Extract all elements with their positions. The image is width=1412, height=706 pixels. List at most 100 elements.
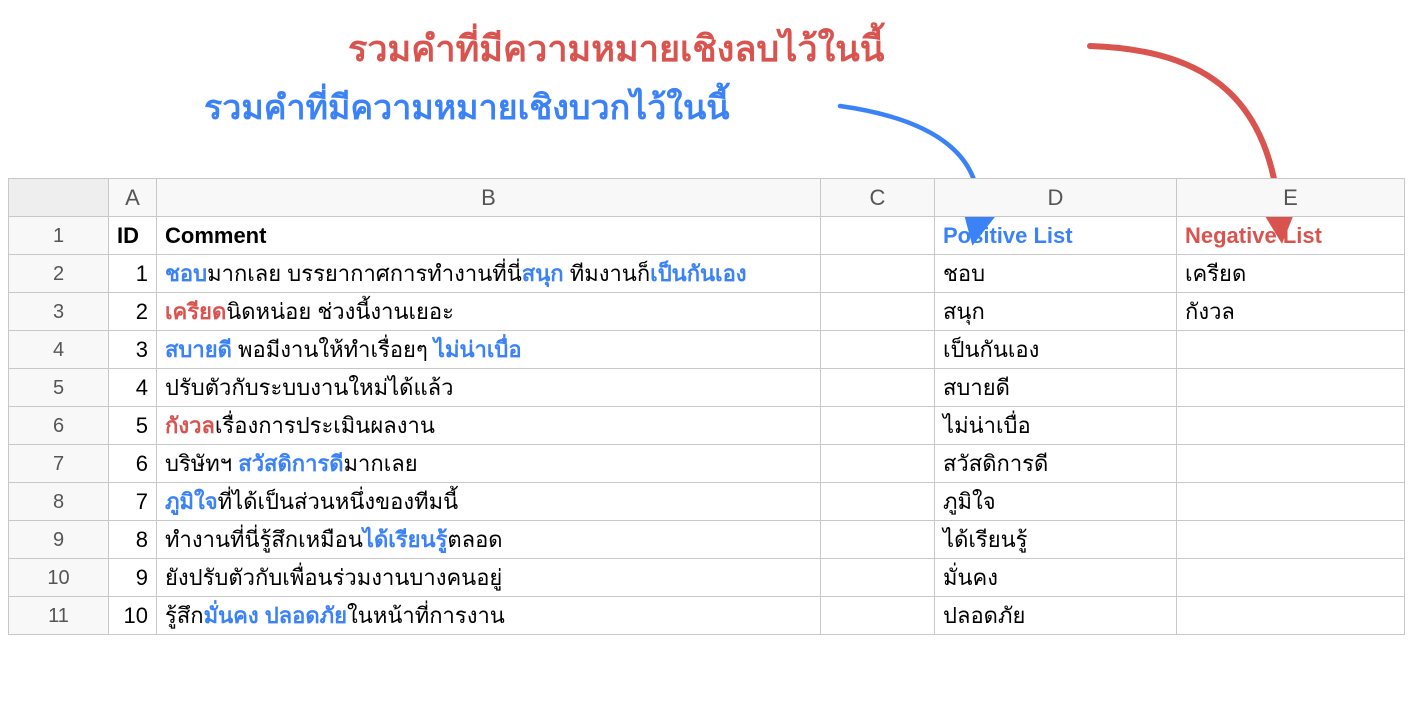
cell-blank[interactable] [821, 445, 935, 483]
cell-positive[interactable]: สบายดี [935, 369, 1177, 407]
cell-comment[interactable]: ภูมิใจที่ได้เป็นส่วนหนึ่งของทีมนี้ [157, 483, 821, 521]
cell-negative[interactable] [1177, 521, 1405, 559]
comment-text: เรื่องการประเมินผลงาน [215, 413, 435, 438]
cell-id[interactable]: 10 [109, 597, 157, 635]
cell-comment[interactable]: บริษัทฯ สวัสดิการดีมากเลย [157, 445, 821, 483]
table-row: 1110รู้สึกมั่นคง ปลอดภัยในหน้าที่การงานป… [9, 597, 1405, 635]
cell-negative[interactable] [1177, 445, 1405, 483]
cell-blank[interactable] [821, 407, 935, 445]
cell-comment[interactable]: กังวลเรื่องการประเมินผลงาน [157, 407, 821, 445]
row-number[interactable]: 8 [9, 483, 109, 521]
row-number[interactable]: 1 [9, 217, 109, 255]
cell-id[interactable]: 4 [109, 369, 157, 407]
row-number[interactable]: 7 [9, 445, 109, 483]
cell-id[interactable]: 3 [109, 331, 157, 369]
cell-blank[interactable] [821, 255, 935, 293]
corner-cell[interactable] [9, 179, 109, 217]
cell-blank[interactable] [821, 521, 935, 559]
cell-blank[interactable] [821, 559, 935, 597]
col-header-D[interactable]: D [935, 179, 1177, 217]
cell-negative[interactable]: กังวล [1177, 293, 1405, 331]
comment-text: บริษัทฯ [165, 451, 238, 476]
comment-text: ในหน้าที่การงาน [347, 603, 505, 628]
cell-positive[interactable]: ภูมิใจ [935, 483, 1177, 521]
header-negative[interactable]: Negative List [1177, 217, 1405, 255]
cell-positive[interactable]: ปลอดภัย [935, 597, 1177, 635]
cell-comment[interactable]: เครียดนิดหน่อย ช่วงนี้งานเยอะ [157, 293, 821, 331]
comment-text: รู้สึก [165, 603, 204, 628]
row-number[interactable]: 3 [9, 293, 109, 331]
cell-id[interactable]: 1 [109, 255, 157, 293]
col-header-A[interactable]: A [109, 179, 157, 217]
cell-comment[interactable]: สบายดี พอมีงานให้ทำเรื่อยๆ ไม่น่าเบื่อ [157, 331, 821, 369]
highlight-positive: เป็นกันเอง [650, 261, 746, 286]
comment-text: ทีมงานก็ [564, 261, 651, 286]
comment-text: นิดหน่อย ช่วงนี้งานเยอะ [226, 299, 454, 324]
row-number[interactable]: 9 [9, 521, 109, 559]
cell-comment[interactable]: ชอบมากเลย บรรยากาศการทำงานที่นี่สนุก ทีม… [157, 255, 821, 293]
table-row: 87ภูมิใจที่ได้เป็นส่วนหนึ่งของทีมนี้ภูมิ… [9, 483, 1405, 521]
col-header-B[interactable]: B [157, 179, 821, 217]
table-row: 76บริษัทฯ สวัสดิการดีมากเลยสวัสดิการดี [9, 445, 1405, 483]
highlight-negative: กังวล [165, 413, 215, 438]
row-number[interactable]: 4 [9, 331, 109, 369]
header-comment[interactable]: Comment [157, 217, 821, 255]
highlight-positive: ชอบ [165, 261, 207, 286]
cell-positive[interactable]: สนุก [935, 293, 1177, 331]
cell-positive[interactable]: ชอบ [935, 255, 1177, 293]
highlight-positive: สนุก [522, 261, 564, 286]
header-positive[interactable]: Positive List [935, 217, 1177, 255]
cell-positive[interactable]: สวัสดิการดี [935, 445, 1177, 483]
row-number[interactable]: 10 [9, 559, 109, 597]
cell-blank[interactable] [821, 369, 935, 407]
cell-negative[interactable] [1177, 331, 1405, 369]
header-row: 1 ID Comment Positive List Negative List [9, 217, 1405, 255]
col-header-C[interactable]: C [821, 179, 935, 217]
cell-negative[interactable] [1177, 369, 1405, 407]
row-number[interactable]: 5 [9, 369, 109, 407]
cell-blank[interactable] [821, 597, 935, 635]
cell-positive[interactable]: ไม่น่าเบื่อ [935, 407, 1177, 445]
cell-comment[interactable]: ทำงานที่นี่รู้สึกเหมือนได้เรียนรู้ตลอด [157, 521, 821, 559]
cell-id[interactable]: 2 [109, 293, 157, 331]
cell-id[interactable]: 7 [109, 483, 157, 521]
cell-blank[interactable] [821, 293, 935, 331]
row-number[interactable]: 2 [9, 255, 109, 293]
highlight-positive: ภูมิใจ [165, 489, 218, 514]
cell-positive[interactable]: เป็นกันเอง [935, 331, 1177, 369]
cell-positive[interactable]: ได้เรียนรู้ [935, 521, 1177, 559]
highlight-positive: ได้เรียนรู้ [363, 527, 447, 552]
cell-id[interactable]: 6 [109, 445, 157, 483]
comment-text: ปรับตัวกับระบบงานใหม่ได้แล้ว [165, 375, 453, 400]
cell-positive[interactable]: มั่นคง [935, 559, 1177, 597]
table-row: 21ชอบมากเลย บรรยากาศการทำงานที่นี่สนุก ท… [9, 255, 1405, 293]
cell-negative[interactable] [1177, 483, 1405, 521]
cell-comment[interactable]: ยังปรับตัวกับเพื่อนร่วมงานบางคนอยู่ [157, 559, 821, 597]
header-id[interactable]: ID [109, 217, 157, 255]
row-number[interactable]: 6 [9, 407, 109, 445]
column-header-row: A B C D E [9, 179, 1405, 217]
cell-negative[interactable] [1177, 559, 1405, 597]
table-row: 43สบายดี พอมีงานให้ทำเรื่อยๆ ไม่น่าเบื่อ… [9, 331, 1405, 369]
highlight-positive: มั่นคง ปลอดภัย [204, 603, 347, 628]
row-number[interactable]: 11 [9, 597, 109, 635]
cell-blank[interactable] [821, 483, 935, 521]
highlight-negative: เครียด [165, 299, 226, 324]
cell-id[interactable]: 8 [109, 521, 157, 559]
comment-text: ทำงานที่นี่รู้สึกเหมือน [165, 527, 363, 552]
table-row: 32เครียดนิดหน่อย ช่วงนี้งานเยอะสนุกกังวล [9, 293, 1405, 331]
col-header-E[interactable]: E [1177, 179, 1405, 217]
cell-negative[interactable] [1177, 597, 1405, 635]
highlight-positive: ไม่น่าเบื่อ [434, 337, 522, 362]
cell-comment[interactable]: รู้สึกมั่นคง ปลอดภัยในหน้าที่การงาน [157, 597, 821, 635]
highlight-positive: สวัสดิการดี [238, 451, 343, 476]
cell-comment[interactable]: ปรับตัวกับระบบงานใหม่ได้แล้ว [157, 369, 821, 407]
table-row: 98ทำงานที่นี่รู้สึกเหมือนได้เรียนรู้ตลอด… [9, 521, 1405, 559]
cell-negative[interactable]: เครียด [1177, 255, 1405, 293]
cell-negative[interactable] [1177, 407, 1405, 445]
cell-id[interactable]: 5 [109, 407, 157, 445]
cell-id[interactable]: 9 [109, 559, 157, 597]
cell-blank[interactable] [821, 331, 935, 369]
annotation-area: รวมคำที่มีความหมายเชิงลบไว้ในนี้ รวมคำที… [0, 10, 1412, 180]
header-c[interactable] [821, 217, 935, 255]
